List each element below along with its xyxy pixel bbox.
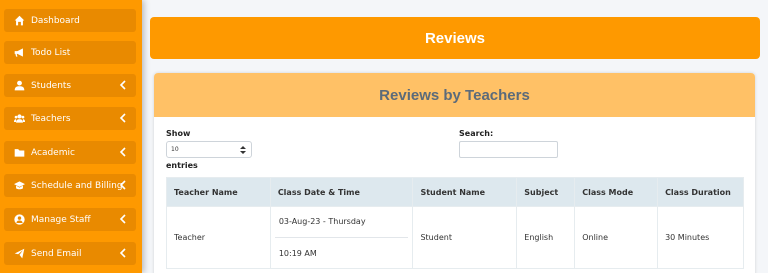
folder-icon bbox=[13, 147, 25, 159]
column-header-teacher-name[interactable]: Teacher Name bbox=[166, 177, 271, 207]
reviews-table: Teacher Name Class Date & Time Student N… bbox=[166, 177, 744, 269]
column-header-class-date-time[interactable]: Class Date & Time bbox=[269, 177, 414, 207]
sidebar-item-teachers[interactable]: Teachers bbox=[4, 107, 136, 130]
search-label: Search: bbox=[459, 129, 494, 138]
chevron-left-icon bbox=[119, 80, 127, 90]
card-title: Reviews by Teachers bbox=[379, 86, 530, 104]
card-header: Reviews by Teachers bbox=[154, 73, 755, 117]
column-header-subject[interactable]: Subject bbox=[516, 177, 576, 207]
chevron-left-icon bbox=[119, 147, 127, 157]
page-title-bar: Reviews bbox=[150, 17, 760, 59]
home-icon bbox=[13, 15, 25, 27]
page-title: Reviews bbox=[424, 29, 486, 47]
user-icon bbox=[13, 80, 25, 92]
graduation-cap-icon bbox=[13, 180, 25, 192]
sidebar: Dashboard Todo List Students Teachers Ac… bbox=[0, 0, 142, 273]
sidebar-item-label: Students bbox=[31, 80, 72, 91]
sidebar-item-label: Todo List bbox=[31, 47, 71, 58]
cell-class-date-time: 03-Aug-23 - Thursday 10:19 AM bbox=[269, 206, 414, 269]
chevron-left-icon bbox=[119, 180, 127, 190]
sort-updown-icon bbox=[240, 146, 246, 154]
search-input[interactable] bbox=[459, 141, 558, 158]
chevron-left-icon bbox=[119, 248, 127, 258]
sidebar-item-label: Manage Staff bbox=[31, 214, 91, 225]
reviews-card: Reviews by Teachers Show 10 entries Sear… bbox=[154, 73, 755, 273]
entries-label: entries bbox=[166, 161, 198, 170]
cell-teacher-name: Teacher bbox=[166, 206, 271, 269]
cell-class-duration: 30 Minutes bbox=[657, 206, 744, 269]
sidebar-item-dashboard[interactable]: Dashboard bbox=[4, 9, 136, 32]
sidebar-item-label: Send Email bbox=[31, 248, 82, 259]
column-header-student-name[interactable]: Student Name bbox=[412, 177, 518, 207]
entries-per-page-select[interactable]: 10 bbox=[166, 141, 252, 158]
cell-subject: English bbox=[516, 206, 576, 269]
column-header-class-mode[interactable]: Class Mode bbox=[574, 177, 659, 207]
sidebar-item-manage-staff[interactable]: Manage Staff bbox=[4, 208, 136, 231]
megaphone-icon bbox=[13, 47, 25, 59]
sidebar-item-send-email[interactable]: Send Email bbox=[4, 242, 136, 265]
sidebar-item-label: Teachers bbox=[31, 113, 71, 124]
divider bbox=[274, 237, 409, 238]
sidebar-item-label: Academic bbox=[31, 147, 75, 158]
sidebar-item-academic[interactable]: Academic bbox=[4, 141, 136, 164]
user-circle-icon bbox=[13, 214, 25, 226]
paper-plane-icon bbox=[13, 248, 25, 260]
chevron-left-icon bbox=[119, 113, 127, 123]
chevron-left-icon bbox=[119, 214, 127, 224]
sidebar-item-schedule-and-billing[interactable]: Schedule and Billing bbox=[4, 174, 136, 197]
show-label: Show bbox=[166, 129, 191, 138]
class-time: 10:19 AM bbox=[278, 249, 317, 258]
column-header-class-duration[interactable]: Class Duration bbox=[657, 177, 744, 207]
table-header-row: Teacher Name Class Date & Time Student N… bbox=[166, 177, 744, 207]
sidebar-item-label: Dashboard bbox=[31, 15, 80, 26]
sidebar-item-todo-list[interactable]: Todo List bbox=[4, 41, 136, 64]
class-date: 03-Aug-23 - Thursday bbox=[278, 217, 366, 226]
table-row: Teacher 03-Aug-23 - Thursday 10:19 AM St… bbox=[166, 206, 744, 269]
users-icon bbox=[13, 113, 25, 125]
sidebar-item-students[interactable]: Students bbox=[4, 74, 136, 97]
entries-per-page-value: 10 bbox=[171, 146, 179, 153]
cell-class-mode: Online bbox=[574, 206, 659, 269]
cell-student-name: Student bbox=[412, 206, 518, 269]
sidebar-item-label: Schedule and Billing bbox=[31, 180, 123, 191]
